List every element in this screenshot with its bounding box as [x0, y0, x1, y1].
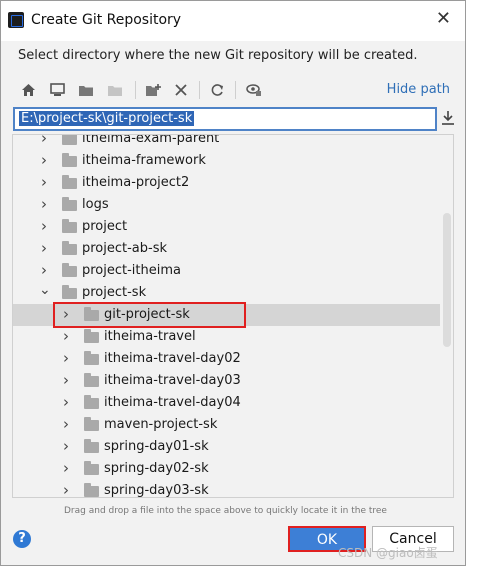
help-icon[interactable]: ?: [13, 530, 31, 548]
tree-row-label: itheima-travel-day03: [104, 373, 241, 388]
chevron-right-icon[interactable]: ›: [61, 393, 71, 411]
folder-icon: [62, 219, 77, 233]
tree-row[interactable]: › project: [13, 216, 440, 238]
tree-row-label: itheima-travel-day04: [104, 395, 241, 410]
refresh-icon[interactable]: [207, 80, 227, 100]
folder-icon: [62, 241, 77, 255]
chevron-right-icon[interactable]: ›: [61, 437, 71, 455]
tree-row-label: itheima-travel-day02: [104, 351, 241, 366]
chevron-right-icon[interactable]: ›: [39, 135, 49, 147]
folder-icon: [62, 285, 77, 299]
folder-disabled-icon: [105, 80, 125, 100]
folder-icon: [84, 373, 99, 387]
selection-highlight-annotation: [53, 302, 246, 328]
chevron-right-icon[interactable]: ›: [39, 217, 49, 235]
tree-row[interactable]: › itheima-travel-day03: [13, 370, 440, 392]
path-text: E:\project-sk\git-project-sk: [19, 111, 195, 126]
folder-icon[interactable]: [76, 80, 96, 100]
download-icon[interactable]: [440, 109, 458, 129]
tree-row[interactable]: › spring-day01-sk: [13, 436, 440, 458]
folder-icon: [84, 461, 99, 475]
chevron-right-icon[interactable]: ›: [61, 415, 71, 433]
tree-row-label: project-itheima: [82, 263, 181, 278]
tree-row[interactable]: › spring-day03-sk: [13, 480, 440, 498]
new-folder-icon[interactable]: [143, 80, 163, 100]
tree-row-label: itheima-framework: [82, 153, 206, 168]
chevron-right-icon[interactable]: ›: [61, 459, 71, 477]
toolbar: Hide path: [16, 78, 456, 102]
folder-icon: [84, 417, 99, 431]
folder-icon: [84, 351, 99, 365]
hide-path-link[interactable]: Hide path: [387, 82, 450, 97]
tree-row-label: project-sk: [82, 285, 147, 300]
path-field[interactable]: E:\project-sk\git-project-sk: [13, 107, 437, 131]
desktop-icon[interactable]: [47, 80, 67, 100]
tree-row[interactable]: › project-itheima: [13, 260, 440, 282]
folder-icon: [84, 439, 99, 453]
folder-icon: [62, 263, 77, 277]
folder-icon: [62, 197, 77, 211]
delete-icon[interactable]: [171, 80, 191, 100]
chevron-right-icon[interactable]: ›: [61, 481, 71, 497]
chevron-right-icon[interactable]: ›: [39, 239, 49, 257]
chevron-right-icon[interactable]: ›: [61, 327, 71, 345]
toolbar-separator: [199, 81, 200, 99]
tree-row[interactable]: › itheima-travel-day04: [13, 392, 440, 414]
drag-drop-hint: Drag and drop a file into the space abov…: [64, 506, 387, 516]
intellij-app-icon: [8, 12, 24, 28]
chevron-right-icon[interactable]: ›: [61, 349, 71, 367]
tree-row-label: logs: [82, 197, 109, 212]
tree-row[interactable]: › spring-day02-sk: [13, 458, 440, 480]
create-git-repository-dialog: Create Git Repository ✕ Select directory…: [0, 0, 466, 566]
home-icon[interactable]: [18, 80, 38, 100]
tree-row-label: spring-day03-sk: [104, 483, 209, 498]
tree-scrollbar[interactable]: [443, 213, 451, 347]
folder-icon: [62, 175, 77, 189]
chevron-right-icon[interactable]: ›: [61, 371, 71, 389]
tree-row[interactable]: › maven-project-sk: [13, 414, 440, 436]
watermark: CSDN @giao卤蛋: [338, 546, 438, 560]
show-hidden-icon[interactable]: [244, 80, 264, 100]
chevron-right-icon[interactable]: ›: [39, 173, 49, 191]
tree-row-label: spring-day01-sk: [104, 439, 209, 454]
tree-row[interactable]: › itheima-travel-day02: [13, 348, 440, 370]
tree-row[interactable]: › project-ab-sk: [13, 238, 440, 260]
close-icon[interactable]: ✕: [436, 8, 451, 29]
tree-row-label: project: [82, 219, 128, 234]
tree-row[interactable]: › itheima-travel: [13, 326, 440, 348]
tree-row-label: maven-project-sk: [104, 417, 218, 432]
tree-row-label: itheima-exam-parent: [82, 134, 220, 146]
folder-icon: [84, 395, 99, 409]
title-bar: Create Git Repository ✕: [1, 1, 465, 41]
folder-icon: [84, 483, 99, 497]
tree-row-label: project-ab-sk: [82, 241, 168, 256]
chevron-right-icon[interactable]: ›: [39, 151, 49, 169]
tree-row-label: itheima-project2: [82, 175, 190, 190]
folder-icon: [62, 135, 77, 145]
chevron-down-icon[interactable]: ⌄: [39, 282, 51, 298]
description-text: Select directory where the new Git repos…: [18, 48, 418, 63]
dialog-title: Create Git Repository: [31, 12, 182, 28]
tree-row[interactable]: ⌄ project-sk: [13, 282, 440, 304]
tree-row[interactable]: › logs: [13, 194, 440, 216]
tree-row[interactable]: › itheima-framework: [13, 150, 440, 172]
toolbar-separator: [135, 81, 136, 99]
chevron-right-icon[interactable]: ›: [39, 195, 49, 213]
tree-row[interactable]: › itheima-project2: [13, 172, 440, 194]
tree-row-label: itheima-travel: [104, 329, 196, 344]
tree-row[interactable]: › itheima-exam-parent: [13, 134, 440, 150]
chevron-right-icon[interactable]: ›: [39, 261, 49, 279]
toolbar-separator: [235, 81, 236, 99]
folder-icon: [84, 329, 99, 343]
tree-row-label: spring-day02-sk: [104, 461, 209, 476]
folder-icon: [62, 153, 77, 167]
